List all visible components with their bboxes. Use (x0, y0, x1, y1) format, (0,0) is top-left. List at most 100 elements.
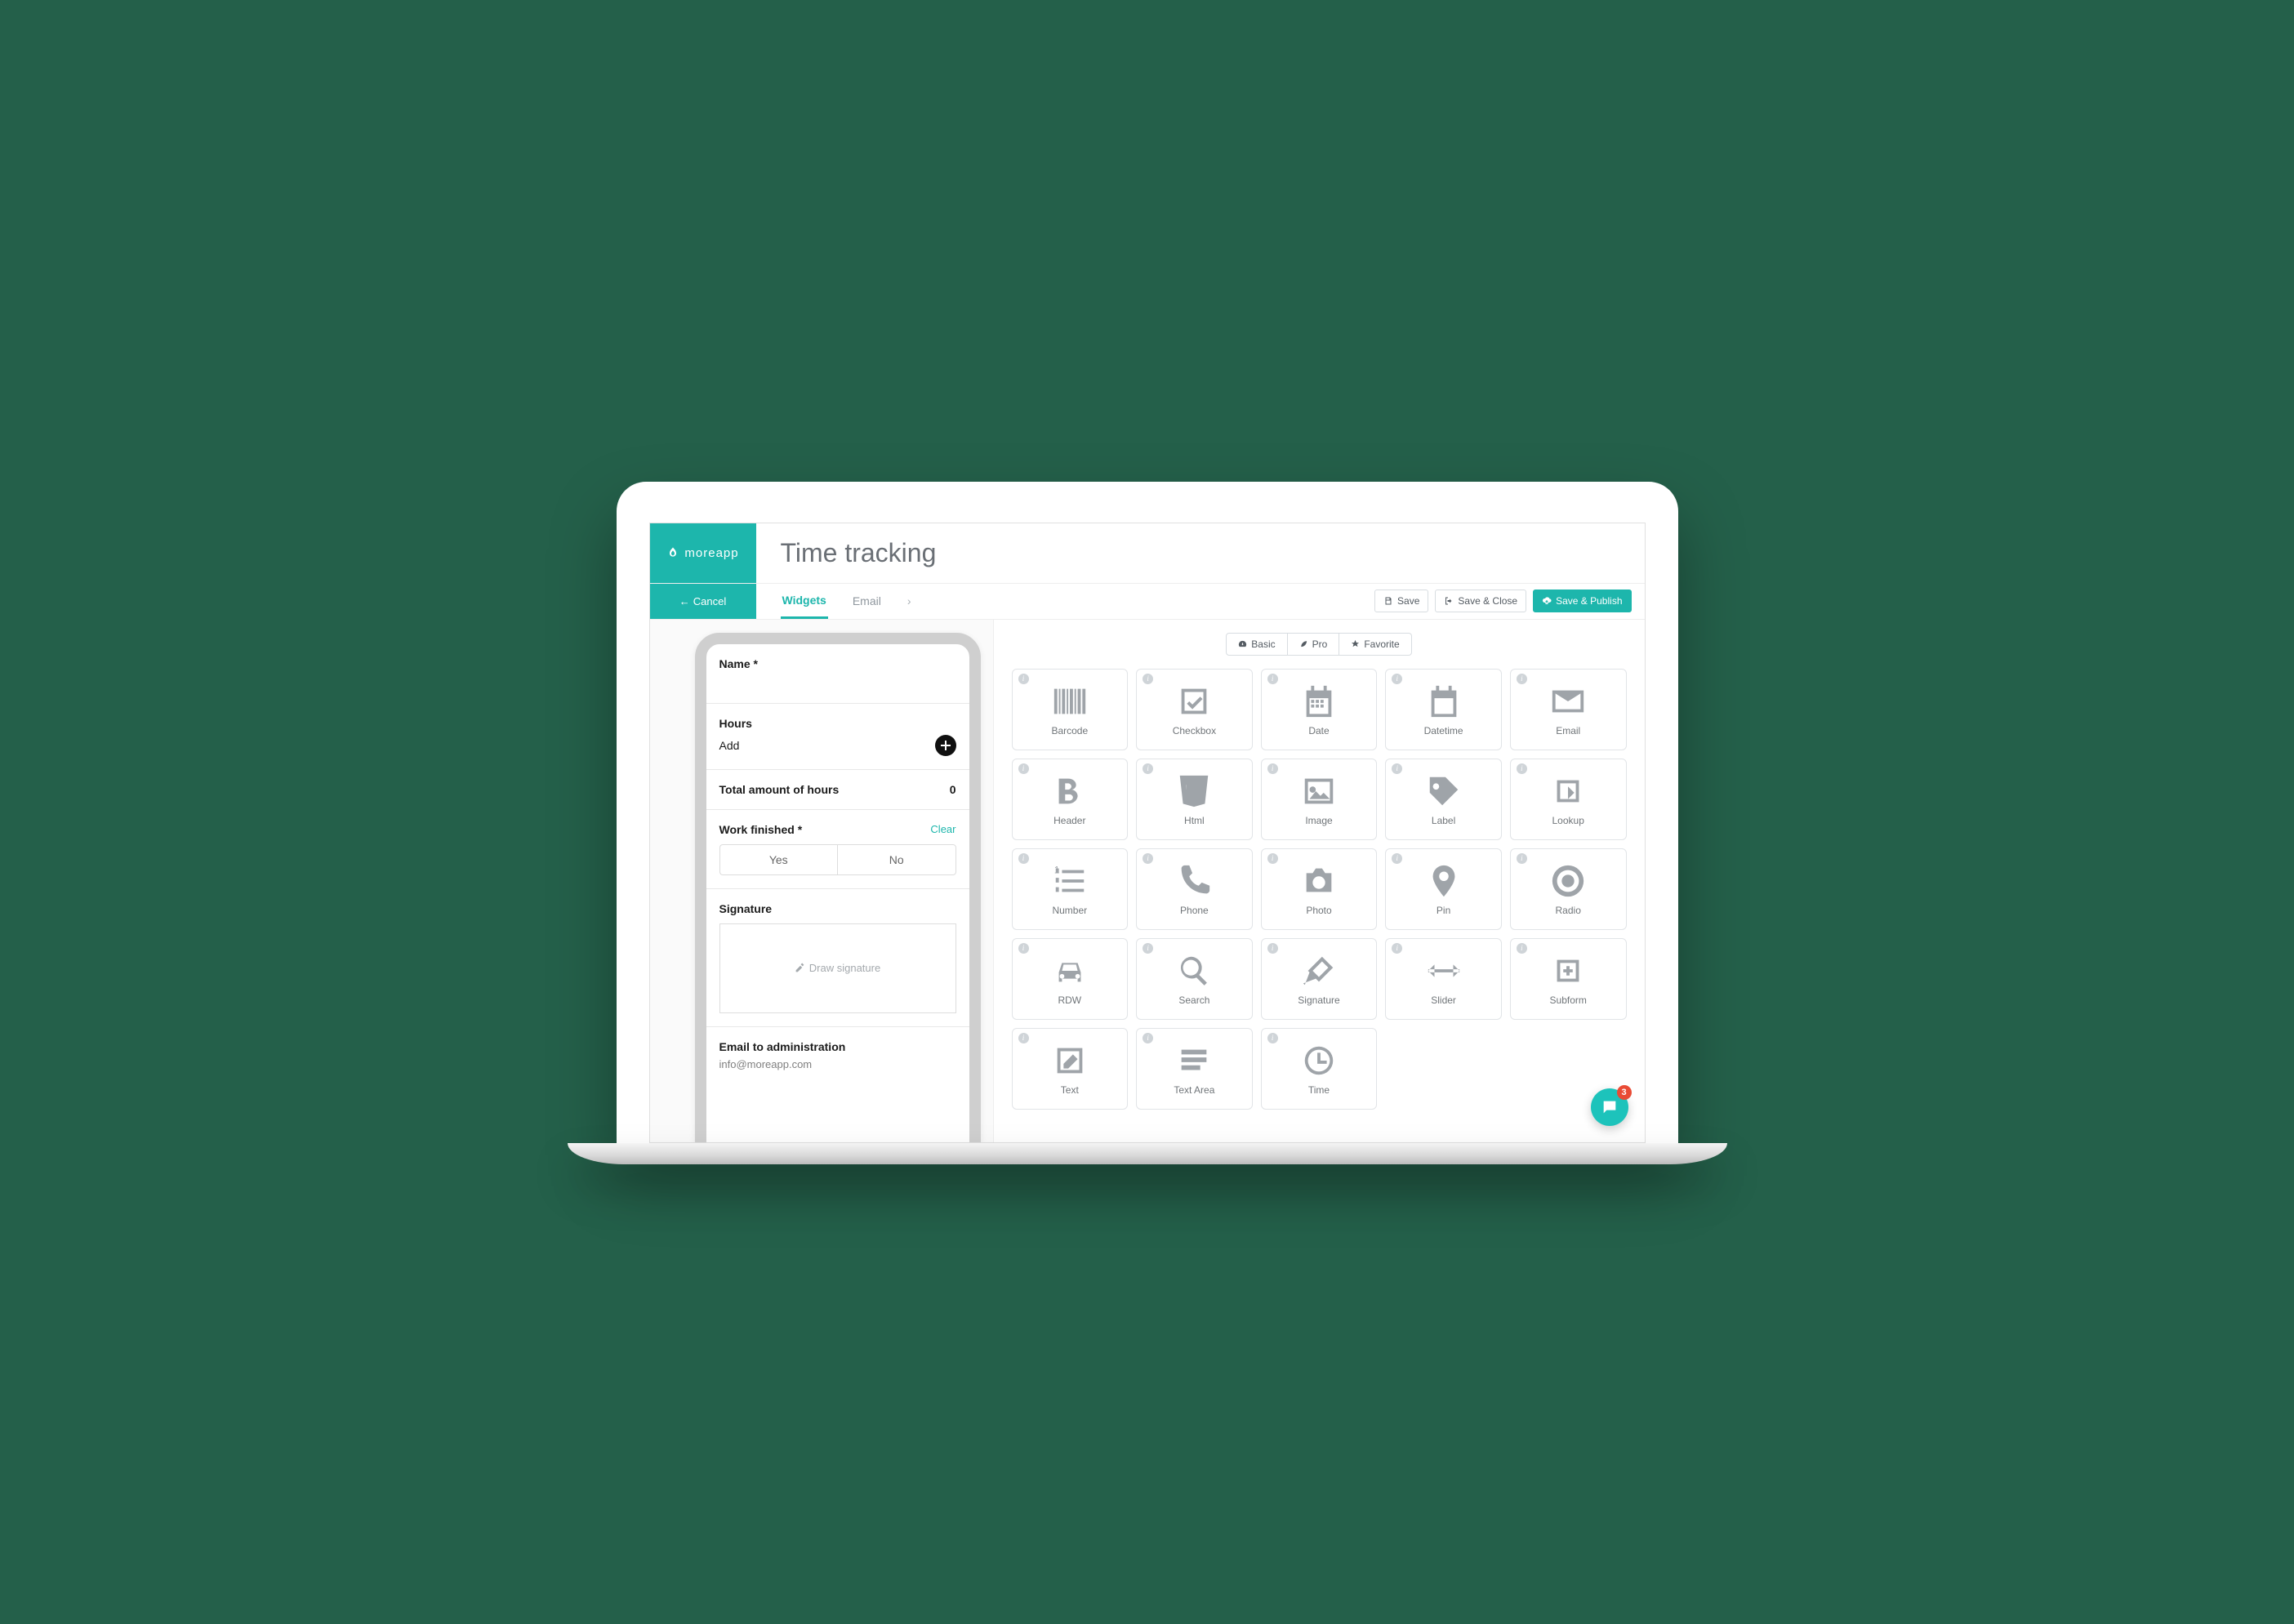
header: moreapp Time tracking (650, 523, 1645, 584)
widget-pin[interactable]: i Pin (1385, 848, 1502, 930)
datetime-icon (1425, 683, 1463, 720)
edit-icon (795, 963, 805, 973)
info-icon[interactable]: i (1018, 943, 1029, 954)
widget-label: Text Area (1174, 1084, 1214, 1096)
floppy-icon (1383, 596, 1393, 606)
clear-button[interactable]: Clear (930, 823, 955, 835)
widget-time[interactable]: iTime (1261, 1028, 1378, 1110)
info-icon[interactable]: i (1392, 943, 1402, 954)
widget-label: Pin (1437, 905, 1450, 916)
info-icon[interactable]: i (1143, 674, 1153, 684)
field-signature: Signature Draw signature (706, 889, 969, 1027)
save-close-button[interactable]: Save & Close (1435, 590, 1526, 612)
cancel-button[interactable]: ← Cancel (650, 584, 756, 619)
info-icon[interactable]: i (1517, 763, 1527, 774)
option-no[interactable]: No (837, 844, 956, 875)
brand-logo[interactable]: moreapp (650, 523, 756, 583)
widget-number[interactable]: iNumber (1012, 848, 1129, 930)
widget-subform[interactable]: iSubform (1510, 938, 1627, 1020)
text-icon (1051, 1042, 1089, 1079)
info-icon[interactable]: i (1267, 853, 1278, 864)
field-name[interactable]: Name * (706, 644, 969, 704)
widget-phone[interactable]: i Phone (1136, 848, 1253, 930)
widget-label: Label (1432, 815, 1455, 826)
widget-html[interactable]: iHtml (1136, 759, 1253, 840)
widget-textarea[interactable]: i Text Area (1136, 1028, 1253, 1110)
widget-label: Slider (1431, 994, 1456, 1006)
widget-datetime[interactable]: iDatetime (1385, 669, 1502, 750)
widget-header[interactable]: iHeader (1012, 759, 1129, 840)
widget-label: RDW (1058, 994, 1081, 1006)
widget-label: Phone (1180, 905, 1209, 916)
time-icon (1300, 1042, 1338, 1079)
save-button[interactable]: Save (1374, 590, 1428, 612)
label-icon (1425, 772, 1463, 810)
widget-search[interactable]: iSearch (1136, 938, 1253, 1020)
filter-pro[interactable]: Pro (1288, 633, 1340, 656)
field-email-admin[interactable]: Email to administration info@moreapp.com (706, 1027, 969, 1083)
info-icon[interactable]: i (1143, 1033, 1153, 1043)
widget-label: Date (1308, 725, 1329, 736)
widget-checkbox[interactable]: iCheckbox (1136, 669, 1253, 750)
info-icon[interactable]: i (1267, 1033, 1278, 1043)
phone-icon (1175, 862, 1213, 900)
info-icon[interactable]: i (1143, 763, 1153, 774)
tab-email[interactable]: Email (851, 585, 883, 617)
widget-label: Email (1556, 725, 1580, 736)
save-publish-button[interactable]: Save & Publish (1533, 590, 1631, 612)
info-icon[interactable]: i (1267, 763, 1278, 774)
widget-signature[interactable]: iSignature (1261, 938, 1378, 1020)
widget-date[interactable]: i Date (1261, 669, 1378, 750)
header-icon (1051, 772, 1089, 810)
info-icon[interactable]: i (1018, 674, 1029, 684)
filter-basic[interactable]: Basic (1226, 633, 1287, 656)
info-icon[interactable]: i (1392, 674, 1402, 684)
widget-image[interactable]: iImage (1261, 759, 1378, 840)
signature-pad[interactable]: Draw signature (719, 923, 956, 1013)
number-icon (1051, 862, 1089, 900)
checkbox-icon (1175, 683, 1213, 720)
widget-rdw[interactable]: i RDW (1012, 938, 1129, 1020)
info-icon[interactable]: i (1267, 674, 1278, 684)
info-icon[interactable]: i (1392, 763, 1402, 774)
info-icon[interactable]: i (1517, 853, 1527, 864)
widget-lookup[interactable]: iLookup (1510, 759, 1627, 840)
widget-radio[interactable]: iRadio (1510, 848, 1627, 930)
email-admin-label: Email to administration (719, 1040, 956, 1053)
info-icon[interactable]: i (1018, 1033, 1029, 1043)
info-icon[interactable]: i (1018, 853, 1029, 864)
widget-label[interactable]: i Label (1385, 759, 1502, 840)
filter-favorite[interactable]: Favorite (1339, 633, 1411, 656)
arrow-left-icon: ← (679, 595, 690, 607)
total-label: Total amount of hours (719, 783, 840, 796)
tab-widgets[interactable]: Widgets (781, 584, 828, 619)
info-icon[interactable]: i (1517, 674, 1527, 684)
hours-label: Hours (719, 717, 956, 730)
info-icon[interactable]: i (1143, 853, 1153, 864)
add-hours-button[interactable] (935, 735, 956, 756)
leaf-icon (666, 546, 679, 559)
email-admin-value: info@moreapp.com (719, 1058, 956, 1070)
tab-next-chevron[interactable]: › (906, 585, 913, 617)
chat-badge: 3 (1617, 1085, 1632, 1100)
info-icon[interactable]: i (1018, 763, 1029, 774)
widget-barcode[interactable]: i Barcode (1012, 669, 1129, 750)
option-yes[interactable]: Yes (719, 844, 838, 875)
gauge-icon (1238, 639, 1247, 648)
rdw-icon (1051, 952, 1089, 990)
chat-fab[interactable]: 3 (1591, 1088, 1628, 1126)
info-icon[interactable]: i (1267, 943, 1278, 954)
barcode-icon (1051, 683, 1089, 720)
widget-email[interactable]: i Email (1510, 669, 1627, 750)
html-icon (1175, 772, 1213, 810)
widget-photo[interactable]: iPhoto (1261, 848, 1378, 930)
finished-label: Work finished * (719, 823, 803, 836)
phone-frame: Name * Hours Add Total amount of hours (695, 633, 981, 1143)
info-icon[interactable]: i (1143, 943, 1153, 954)
info-icon[interactable]: i (1517, 943, 1527, 954)
widget-label: Barcode (1051, 725, 1088, 736)
star-icon (1351, 639, 1360, 648)
widget-slider[interactable]: i Slider (1385, 938, 1502, 1020)
info-icon[interactable]: i (1392, 853, 1402, 864)
widget-text[interactable]: iText (1012, 1028, 1129, 1110)
